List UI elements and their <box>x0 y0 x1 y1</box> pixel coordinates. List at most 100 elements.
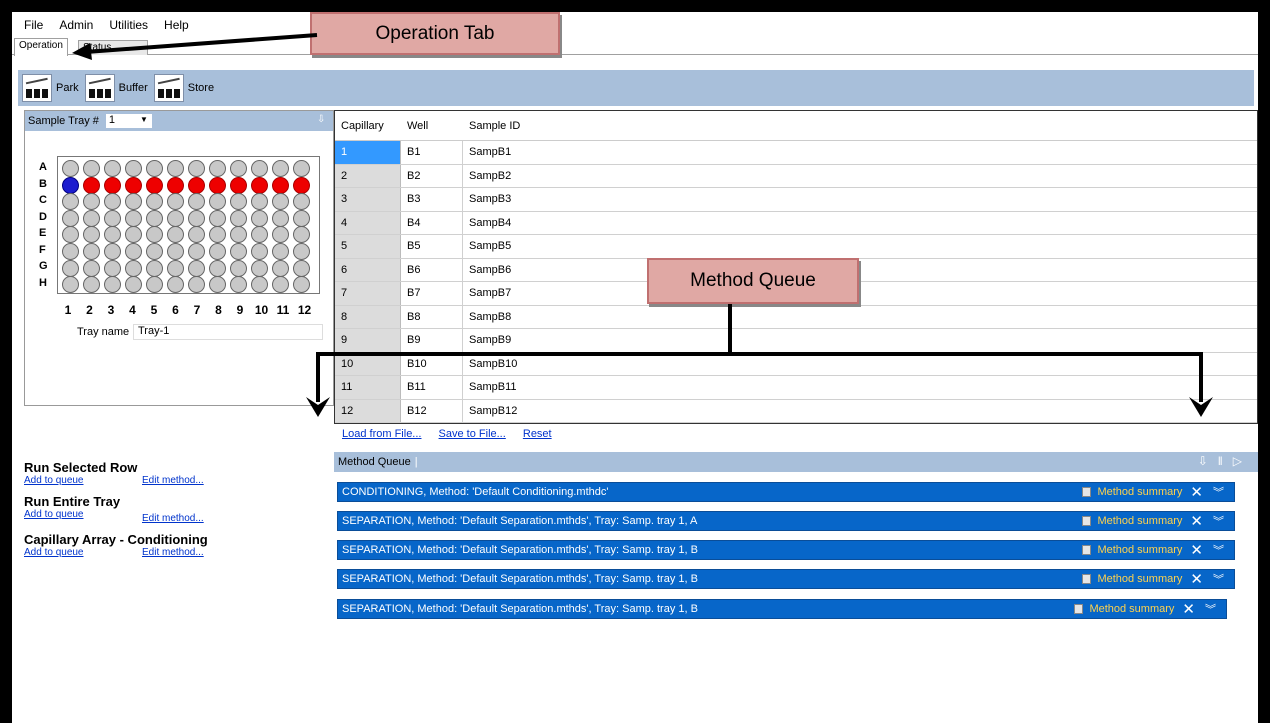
well-G9[interactable] <box>230 259 247 277</box>
well-F7[interactable] <box>188 243 205 260</box>
sample-id-cell[interactable]: SampB9 <box>463 334 1257 346</box>
capillary-cell[interactable]: 7 <box>335 282 401 305</box>
well-C2[interactable] <box>83 193 100 211</box>
well-G6[interactable] <box>167 259 184 277</box>
play-icon[interactable]: ▷ <box>1233 454 1252 468</box>
well-E9[interactable] <box>230 226 247 244</box>
well-G8[interactable] <box>209 259 226 277</box>
capillary-cell[interactable]: 12 <box>335 399 401 422</box>
well-B7[interactable] <box>188 176 205 194</box>
table-row[interactable]: 3 B3 SampB3 <box>335 188 1257 212</box>
well-D3[interactable] <box>104 209 121 227</box>
well-A9[interactable] <box>230 160 247 177</box>
table-row[interactable]: 5 B5 SampB5 <box>335 235 1257 259</box>
method-summary-link[interactable]: Method summary <box>1089 603 1174 615</box>
well-B4[interactable] <box>125 176 142 194</box>
well-C5[interactable] <box>146 193 163 211</box>
remove-icon[interactable]: ✕ <box>1190 483 1203 501</box>
well-D9[interactable] <box>230 209 247 227</box>
capillary-cell[interactable]: 2 <box>335 164 401 187</box>
well-F5[interactable] <box>146 243 163 260</box>
edit-method-conditioning[interactable]: Edit method... <box>142 547 204 558</box>
well-H10[interactable] <box>251 276 268 294</box>
well-A7[interactable] <box>188 160 205 177</box>
well-G3[interactable] <box>104 259 121 277</box>
capillary-cell[interactable]: 1 <box>335 141 401 164</box>
expand-icon[interactable]: ︾ <box>1213 571 1224 587</box>
sample-id-cell[interactable]: SampB12 <box>463 405 1257 417</box>
well-C10[interactable] <box>251 193 268 211</box>
well-G11[interactable] <box>272 259 289 277</box>
well-cell[interactable]: B5 <box>401 235 463 258</box>
add-to-queue-conditioning[interactable]: Add to queue <box>24 547 142 558</box>
well-D6[interactable] <box>167 209 184 227</box>
add-to-queue-entire-tray[interactable]: Add to queue <box>24 509 142 524</box>
well-A3[interactable] <box>104 160 121 177</box>
remove-icon[interactable]: ✕ <box>1182 600 1195 618</box>
table-row[interactable]: 9 B9 SampB9 <box>335 329 1257 353</box>
save-to-file-link[interactable]: Save to File... <box>439 428 506 440</box>
well-cell[interactable]: B6 <box>401 258 463 281</box>
remove-icon[interactable]: ✕ <box>1190 512 1203 530</box>
well-B12[interactable] <box>293 176 310 194</box>
well-B3[interactable] <box>104 176 121 194</box>
buffer-button[interactable]: Buffer <box>84 74 148 102</box>
well-G7[interactable] <box>188 259 205 277</box>
well-F4[interactable] <box>125 243 142 260</box>
expand-icon[interactable]: ︾ <box>1213 542 1224 558</box>
well-C1[interactable] <box>62 193 79 211</box>
well-D5[interactable] <box>146 209 163 227</box>
remove-icon[interactable]: ✕ <box>1190 541 1203 559</box>
well-E7[interactable] <box>188 226 205 244</box>
method-summary-link[interactable]: Method summary <box>1097 486 1182 498</box>
header-capillary[interactable]: Capillary <box>335 120 401 132</box>
well-F9[interactable] <box>230 243 247 260</box>
expand-icon[interactable]: ︾ <box>1205 601 1216 617</box>
well-D2[interactable] <box>83 209 100 227</box>
well-C4[interactable] <box>125 193 142 211</box>
well-B1[interactable] <box>62 176 79 194</box>
sample-id-cell[interactable]: SampB4 <box>463 217 1257 229</box>
capillary-cell[interactable]: 8 <box>335 305 401 328</box>
sample-id-cell[interactable]: SampB7 <box>463 287 1257 299</box>
well-D10[interactable] <box>251 209 268 227</box>
well-G2[interactable] <box>83 259 100 277</box>
sample-id-cell[interactable]: SampB5 <box>463 240 1257 252</box>
well-H9[interactable] <box>230 276 247 294</box>
well-cell[interactable]: B11 <box>401 376 463 399</box>
well-C9[interactable] <box>230 193 247 211</box>
well-F10[interactable] <box>251 243 268 260</box>
edit-method-entire-tray[interactable]: Edit method... <box>142 513 204 524</box>
well-E2[interactable] <box>83 226 100 244</box>
queue-item[interactable]: SEPARATION, Method: 'Default Separation.… <box>337 511 1235 531</box>
well-G5[interactable] <box>146 259 163 277</box>
capillary-cell[interactable]: 11 <box>335 376 401 399</box>
well-C8[interactable] <box>209 193 226 211</box>
tray-name-field[interactable]: Tray-1 <box>133 324 323 340</box>
well-F12[interactable] <box>293 243 310 260</box>
sample-tray-select[interactable]: 1 ▼ <box>104 113 153 129</box>
well-cell[interactable]: B4 <box>401 211 463 234</box>
reset-link[interactable]: Reset <box>523 428 552 440</box>
capillary-cell[interactable]: 4 <box>335 211 401 234</box>
well-B10[interactable] <box>251 176 268 194</box>
well-A2[interactable] <box>83 160 100 177</box>
well-C6[interactable] <box>167 193 184 211</box>
well-B9[interactable] <box>230 176 247 194</box>
well-B5[interactable] <box>146 176 163 194</box>
table-row[interactable]: 11 B11 SampB11 <box>335 376 1257 400</box>
method-summary-link[interactable]: Method summary <box>1097 515 1182 527</box>
expand-icon[interactable]: ︾ <box>1213 484 1224 500</box>
well-E10[interactable] <box>251 226 268 244</box>
well-D12[interactable] <box>293 209 310 227</box>
sample-id-cell[interactable]: SampB1 <box>463 146 1257 158</box>
add-to-queue-selected-row[interactable]: Add to queue <box>24 475 142 486</box>
well-A11[interactable] <box>272 160 289 177</box>
well-H1[interactable] <box>62 276 79 294</box>
well-G12[interactable] <box>293 259 310 277</box>
well-C7[interactable] <box>188 193 205 211</box>
well-A8[interactable] <box>209 160 226 177</box>
well-E11[interactable] <box>272 226 289 244</box>
method-summary-link[interactable]: Method summary <box>1097 544 1182 556</box>
well-D4[interactable] <box>125 209 142 227</box>
